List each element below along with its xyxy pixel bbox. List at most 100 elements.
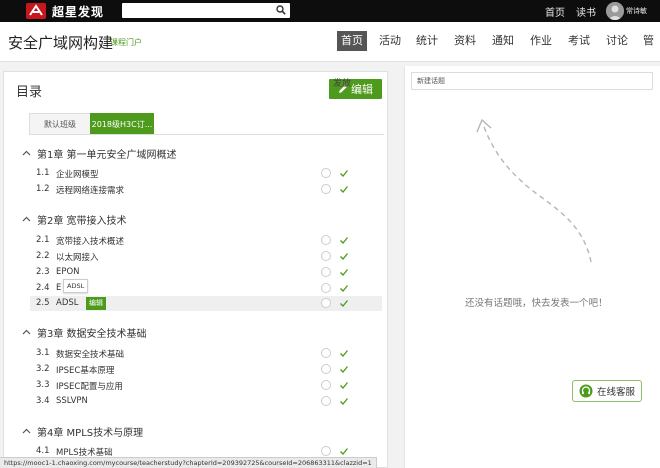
discussion-panel: 新建话题 还没有话题哦，快去发表一个吧！ <box>404 66 660 468</box>
section-title[interactable]: IPSEC基本原理 <box>56 364 114 376</box>
chapter-label: 第3章 数据安全技术基础 <box>37 329 147 340</box>
tab-statistics[interactable]: 统计 <box>416 31 438 51</box>
publish-circle-icon[interactable] <box>321 267 331 277</box>
headset-icon <box>579 384 593 398</box>
section-row[interactable]: 3.2 IPSEC基本原理 <box>30 362 382 377</box>
check-icon[interactable] <box>339 283 349 293</box>
new-topic-input[interactable]: 新建话题 <box>411 72 653 90</box>
publish-circle-icon[interactable] <box>321 184 331 194</box>
logo-text: 超星发现 <box>52 4 105 19</box>
section-row[interactable]: 1.1 企业网模型 <box>30 166 382 181</box>
check-icon[interactable] <box>339 184 349 194</box>
tab-homework[interactable]: 作业 <box>530 31 552 51</box>
user-name[interactable]: 常诗敏 <box>626 6 647 16</box>
section-number: 1.2 <box>36 184 50 194</box>
tab-materials[interactable]: 资料 <box>454 31 476 51</box>
chevron-up-icon[interactable] <box>22 149 31 158</box>
row-edit-badge[interactable]: 编辑 <box>86 297 106 310</box>
section-number: 2.3 <box>36 267 50 277</box>
online-service-button[interactable]: 在线客服 <box>572 380 642 402</box>
chapter-label: 第2章 宽带接入技术 <box>37 216 127 227</box>
tab-notice[interactable]: 通知 <box>492 31 514 51</box>
publish-header: 发放 <box>333 79 352 89</box>
search-input[interactable] <box>122 3 290 18</box>
check-icon[interactable] <box>339 348 349 358</box>
section-title[interactable]: 企业网模型 <box>56 168 99 180</box>
section-title[interactable]: EPON <box>56 267 80 277</box>
section-row[interactable]: 2.1 宽带接入技术概述 <box>30 233 382 248</box>
check-icon[interactable] <box>339 364 349 374</box>
tab-default-class[interactable]: 默认班级 <box>29 113 91 135</box>
section-title[interactable]: 远程网络连接需求 <box>56 184 124 196</box>
dashed-arrow-icon <box>476 118 592 263</box>
section-number: 3.1 <box>36 348 50 358</box>
tab-manage[interactable]: 管 <box>643 31 654 51</box>
publish-circle-icon[interactable] <box>321 298 331 308</box>
chaoxing-logo[interactable]: 超星发现 <box>26 2 104 20</box>
publish-circle-icon[interactable] <box>321 396 331 406</box>
chapter-2[interactable]: 第2章 宽带接入技术 <box>22 212 127 227</box>
publish-circle-icon[interactable] <box>321 251 331 261</box>
chevron-up-icon[interactable] <box>22 427 31 436</box>
edit-button-label: 编辑 <box>351 83 373 96</box>
chapter-4[interactable]: 第4章 MPLS技术与原理 <box>22 424 143 439</box>
section-row-highlighted[interactable]: 2.5 ADSL 编辑 <box>30 296 382 311</box>
section-number: 2.2 <box>36 251 50 261</box>
reading-link[interactable]: 读书 <box>576 4 596 19</box>
chevron-up-icon[interactable] <box>22 215 31 224</box>
section-row[interactable]: 2.2 以太网接入 <box>30 249 382 264</box>
publish-circle-icon[interactable] <box>321 168 331 178</box>
section-title[interactable]: ADSL <box>56 298 79 308</box>
avatar[interactable] <box>606 2 624 20</box>
status-bar-url: https://mooc1-1.chaoxing.com/mycourse/te… <box>0 457 377 468</box>
section-title[interactable]: 宽带接入技术概述 <box>56 235 124 247</box>
section-number: 2.4 <box>36 283 50 293</box>
section-number: 4.1 <box>36 446 50 456</box>
tab-home[interactable]: 首页 <box>337 31 367 51</box>
publish-circle-icon[interactable] <box>321 283 331 293</box>
tab-exam[interactable]: 考试 <box>568 31 590 51</box>
section-title[interactable]: 以太网接入 <box>56 251 99 263</box>
section-row[interactable]: 3.4 SSLVPN <box>30 394 382 409</box>
publish-circle-icon[interactable] <box>321 235 331 245</box>
course-portal-link[interactable]: 课程门户 <box>110 37 142 48</box>
chapter-label: 第1章 第一单元安全广域网概述 <box>37 150 177 161</box>
tab-divider <box>29 134 384 135</box>
section-row[interactable]: 3.1 数据安全技术基础 <box>30 346 382 361</box>
chapter-label: 第4章 MPLS技术与原理 <box>37 428 144 439</box>
tab-activity[interactable]: 活动 <box>379 31 401 51</box>
directory-title: 目录 <box>16 85 43 100</box>
section-title[interactable]: IPSEC配置与应用 <box>56 380 123 392</box>
check-icon[interactable] <box>339 267 349 277</box>
section-number: 3.4 <box>36 396 50 406</box>
check-icon[interactable] <box>339 380 349 390</box>
section-title[interactable]: SSLVPN <box>56 396 88 406</box>
section-number: 2.1 <box>36 235 50 245</box>
publish-circle-icon[interactable] <box>321 364 331 374</box>
section-row[interactable]: 1.2 远程网络连接需求 <box>30 182 382 197</box>
check-icon[interactable] <box>339 298 349 308</box>
check-icon[interactable] <box>339 446 349 456</box>
section-number: 3.2 <box>36 364 50 374</box>
check-icon[interactable] <box>339 396 349 406</box>
section-title[interactable]: E <box>56 283 61 293</box>
check-icon[interactable] <box>339 168 349 178</box>
search-icon[interactable] <box>276 5 286 15</box>
chapter-3[interactable]: 第3章 数据安全技术基础 <box>22 325 147 340</box>
chapter-1[interactable]: 第1章 第一单元安全广域网概述 <box>22 146 177 161</box>
section-title[interactable]: 数据安全技术基础 <box>56 348 124 360</box>
tab-2018-h3c-class[interactable]: 2018级H3C订... <box>90 113 154 135</box>
section-number: 1.1 <box>36 168 50 178</box>
empty-state-text: 还没有话题哦，快去发表一个吧！ <box>465 298 608 309</box>
chevron-up-icon[interactable] <box>22 328 31 337</box>
home-link[interactable]: 首页 <box>545 4 565 19</box>
section-row[interactable]: 3.3 IPSEC配置与应用 <box>30 378 382 393</box>
check-icon[interactable] <box>339 235 349 245</box>
course-title: 安全广域网构建 <box>8 34 114 52</box>
publish-circle-icon[interactable] <box>321 380 331 390</box>
check-icon[interactable] <box>339 251 349 261</box>
publish-circle-icon[interactable] <box>321 348 331 358</box>
publish-circle-icon[interactable] <box>321 446 331 456</box>
section-row[interactable]: 2.3 EPON <box>30 265 382 280</box>
tab-discussion[interactable]: 讨论 <box>606 31 628 51</box>
